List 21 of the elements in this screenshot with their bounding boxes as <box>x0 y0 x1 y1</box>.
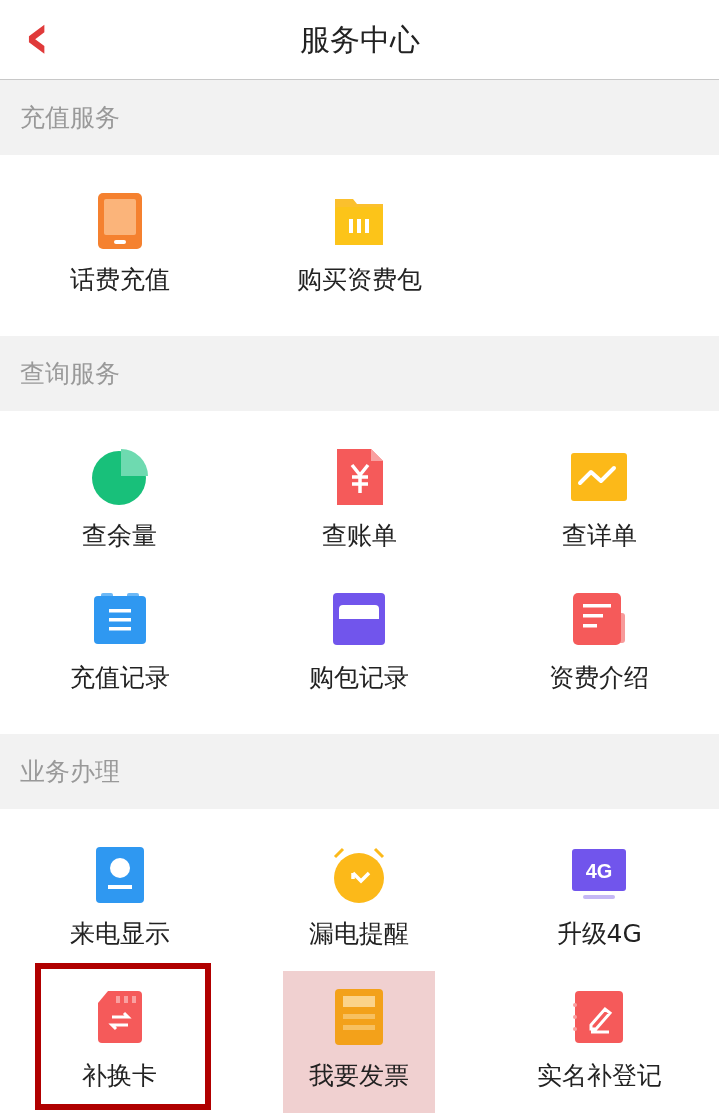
service-item[interactable]: 漏电提醒 <box>283 829 436 971</box>
section-header: 业务办理 <box>0 734 719 809</box>
service-item[interactable]: 话费充值 <box>43 175 196 317</box>
page-title: 服务中心 <box>299 21 420 59</box>
section-header: 充值服务 <box>0 80 719 155</box>
service-item[interactable]: 来电显示 <box>43 829 196 971</box>
service-item[interactable]: 查余量 <box>43 431 196 573</box>
service-item[interactable]: 查详单 <box>523 431 676 573</box>
4g-label: 4G <box>585 860 613 882</box>
service-item[interactable]: 购买资费包 <box>283 175 436 317</box>
service-item[interactable]: 查账单 <box>283 431 436 573</box>
pie-chart-icon <box>89 447 150 507</box>
section-header: 查询服务 <box>0 336 719 411</box>
service-item[interactable]: 补换卡 <box>43 971 196 1113</box>
service-item[interactable]: 资费介绍 <box>523 573 676 715</box>
service-item[interactable]: 4G 升级4G <box>523 829 676 971</box>
back-button[interactable]: ‹ <box>24 8 51 64</box>
service-item[interactable]: 我要发票 <box>283 971 436 1113</box>
service-item[interactable]: 实名补登记 <box>523 971 676 1113</box>
service-item[interactable]: 购包记录 <box>283 573 436 715</box>
service-item[interactable]: 充值记录 <box>43 573 196 715</box>
